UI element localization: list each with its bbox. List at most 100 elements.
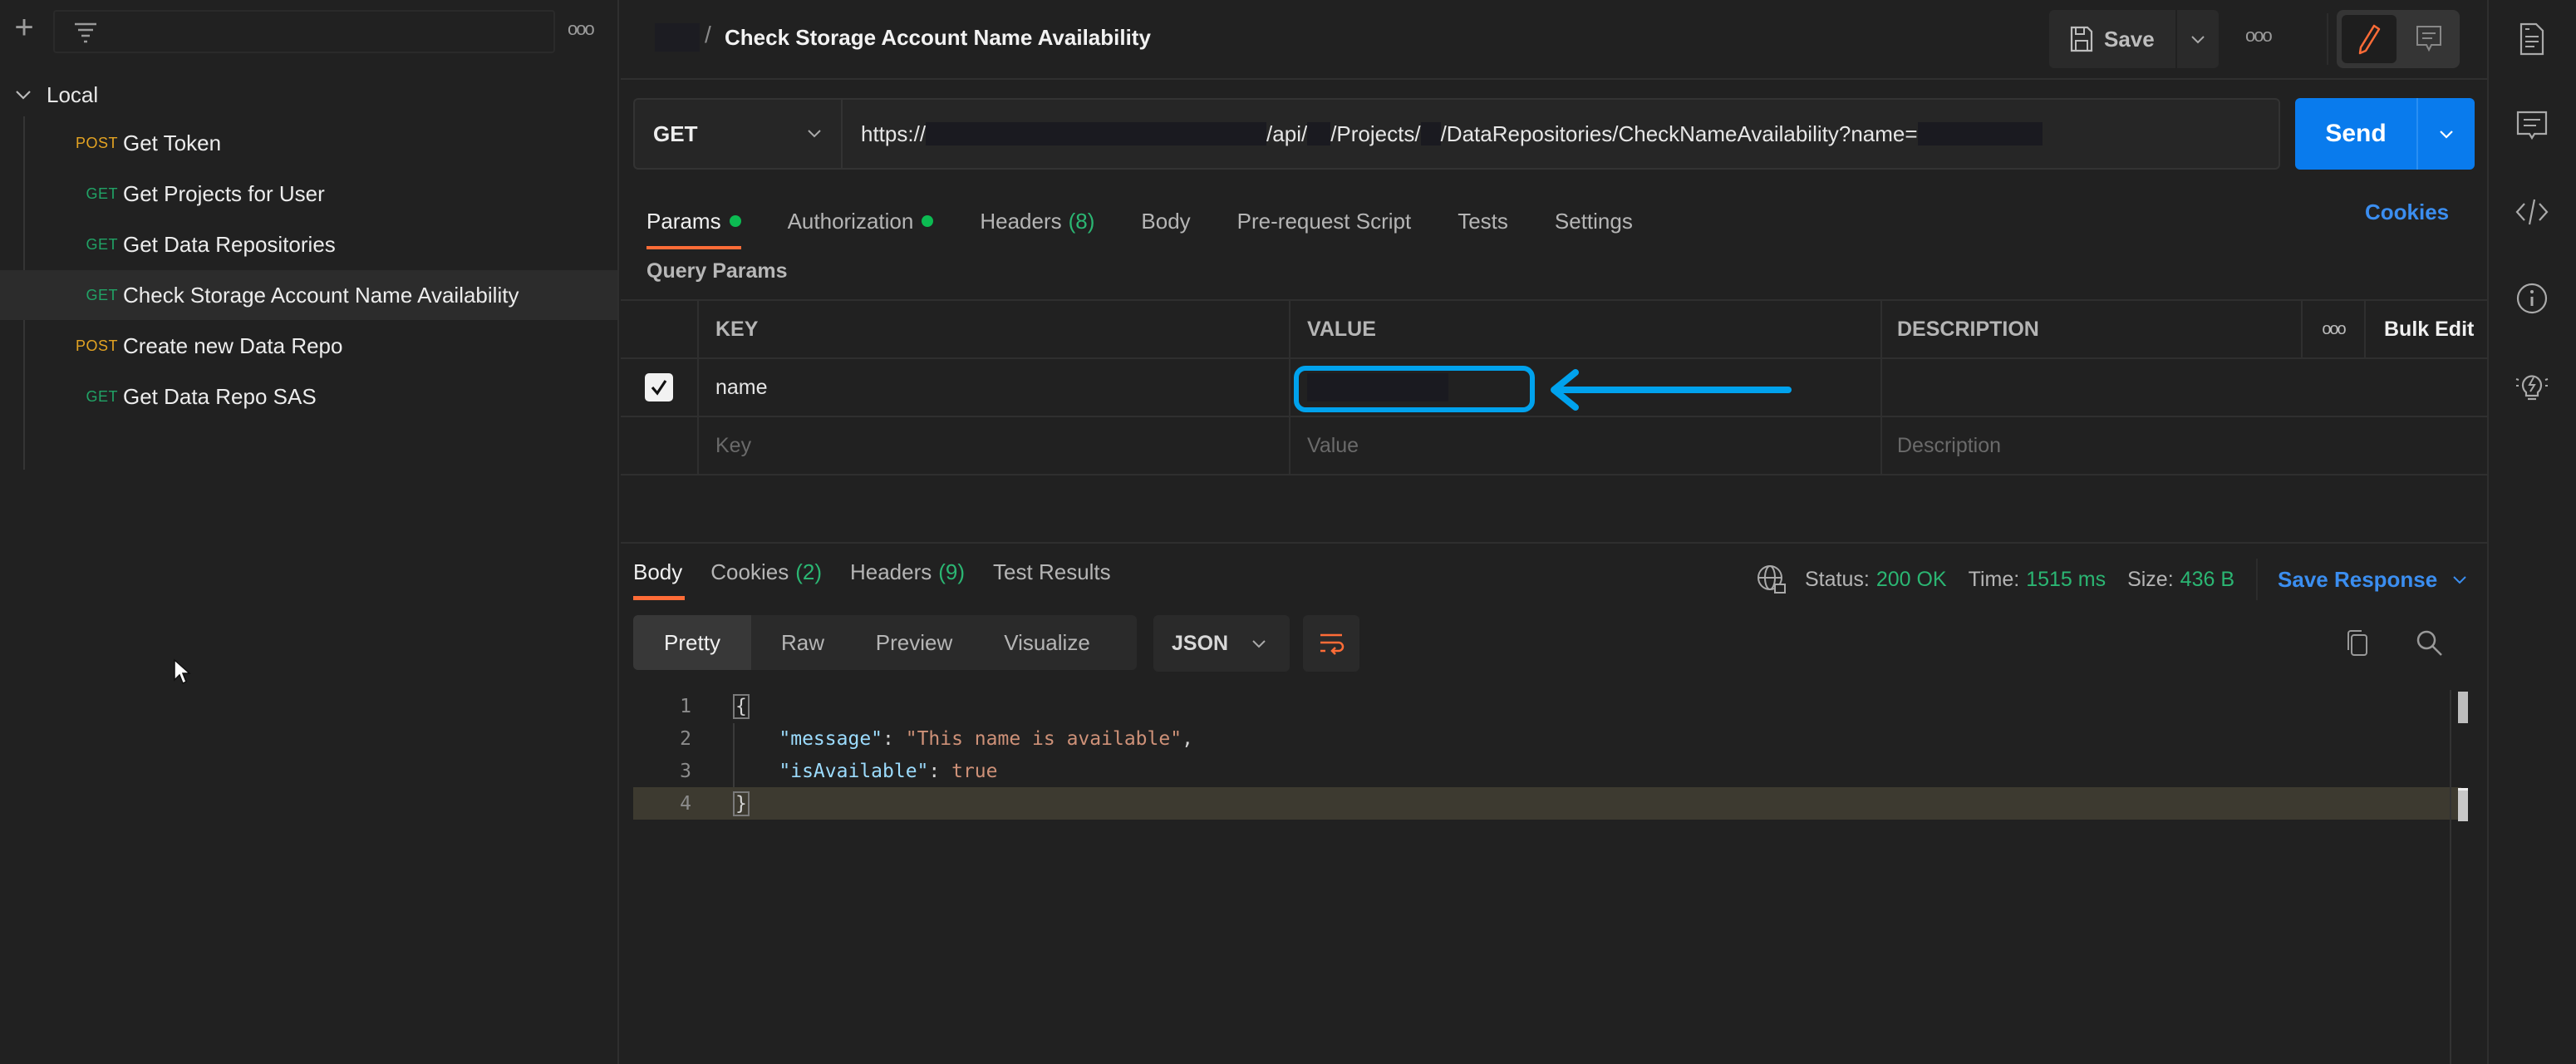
lightbulb-icon[interactable]: [2515, 369, 2549, 404]
edit-mode-button[interactable]: [2342, 15, 2397, 63]
new-description-input[interactable]: Description: [1880, 417, 2487, 474]
new-plus-icon[interactable]: +: [10, 11, 38, 44]
request-name: Create new Data Repo: [123, 332, 343, 358]
more-actions-icon[interactable]: ooo: [2245, 25, 2273, 47]
param-enabled-checkbox[interactable]: [621, 359, 697, 416]
code-icon[interactable]: [2515, 195, 2549, 229]
tab-pre-request-script[interactable]: Pre-request Script: [1237, 198, 1412, 244]
new-value-input[interactable]: Value: [1289, 417, 1880, 474]
response-body-editor[interactable]: 1{2 "message": "This name is available",…: [633, 690, 2461, 820]
save-dropdown-button[interactable]: [2177, 10, 2219, 68]
line-number: 4: [680, 792, 691, 815]
url-scheme: https://: [861, 121, 927, 146]
chevron-down-icon: [2191, 36, 2205, 44]
filter-input[interactable]: [53, 10, 555, 53]
request-title[interactable]: Check Storage Account Name Availability: [725, 25, 1151, 51]
documentation-icon[interactable]: [2515, 22, 2549, 57]
column-options-icon[interactable]: ooo: [2301, 301, 2364, 357]
comment-mode-button[interactable]: [2403, 15, 2455, 63]
pencil-icon: [2358, 24, 2381, 55]
wrap-lines-button[interactable]: [1303, 615, 1359, 672]
checkbox[interactable]: [645, 373, 673, 401]
new-key-input[interactable]: Key: [697, 417, 1289, 474]
format-value: JSON: [1172, 631, 1229, 655]
tab-authorization[interactable]: Authorization: [788, 198, 934, 244]
tab-body[interactable]: Body: [1141, 198, 1190, 244]
code-text: "message": "This name is available",: [779, 727, 1193, 750]
save-button[interactable]: Save: [2049, 10, 2175, 68]
collection-local[interactable]: Local: [12, 78, 98, 111]
json-brace: }: [733, 791, 750, 816]
line-number: 2: [680, 727, 691, 750]
collection-name: Local: [47, 81, 99, 107]
param-description-input[interactable]: [1880, 359, 2487, 416]
sidebar-request-item[interactable]: POST Get Token: [0, 118, 617, 168]
method-badge: GET: [86, 387, 118, 405]
response-tab-cookies[interactable]: Cookies (2): [710, 555, 822, 589]
copy-icon[interactable]: [2342, 627, 2375, 660]
info-icon[interactable]: [2515, 281, 2549, 316]
response-tab-headers[interactable]: Headers (9): [850, 555, 965, 589]
code-text: "isAvailable": true: [779, 760, 998, 782]
sidebar-request-item[interactable]: GET Get Projects for User: [0, 169, 617, 219]
format-select[interactable]: JSON: [1153, 615, 1290, 672]
cookies-link[interactable]: Cookies: [2365, 200, 2449, 225]
tab-tests[interactable]: Tests: [1458, 198, 1508, 244]
tab-headers[interactable]: Headers (8): [980, 198, 1094, 244]
sidebar-request-item[interactable]: GET Check Storage Account Name Availabili…: [0, 270, 617, 320]
checkmark-icon: [651, 380, 667, 396]
globe-lock-icon: [1757, 565, 1786, 594]
code-line: 4}: [633, 787, 2461, 820]
save-response-label: Save Response: [2278, 566, 2438, 592]
view-preview-button[interactable]: Preview: [854, 615, 974, 670]
send-button[interactable]: Send: [2295, 98, 2475, 170]
code-text: }: [733, 791, 750, 816]
method-badge: POST: [75, 134, 118, 151]
divider: [2327, 13, 2328, 65]
sidebar-request-item[interactable]: GET Get Data Repositories: [0, 219, 617, 269]
tab-settings[interactable]: Settings: [1555, 198, 1633, 244]
json-brace: {: [733, 693, 750, 719]
view-raw-button[interactable]: Raw: [751, 615, 854, 670]
code-line: 2 "message": "This name is available",: [633, 722, 2461, 755]
mouse-cursor-icon: [174, 658, 191, 685]
response-tab-test-results[interactable]: Test Results: [993, 555, 1111, 589]
url-project-id-redacted: [1420, 122, 1441, 145]
sidebar-more-icon[interactable]: ooo: [568, 18, 595, 40]
annotation-arrow-icon: [1551, 369, 1792, 411]
request-name: Get Token: [123, 130, 222, 155]
response-tab-body[interactable]: Body: [633, 555, 686, 600]
url-input[interactable]: https:// /api/ /Projects/ /DataRepositor…: [841, 98, 2280, 170]
method-select[interactable]: GET: [633, 98, 841, 170]
param-key-input[interactable]: name: [697, 359, 1289, 416]
wrap-icon: [1320, 633, 1345, 655]
code-line: 3 "isAvailable": true: [633, 755, 2461, 787]
search-icon[interactable]: [2413, 627, 2446, 660]
tab-params[interactable]: Params: [646, 198, 741, 249]
status-dot-icon: [922, 215, 934, 227]
url-host-redacted: [926, 122, 1267, 145]
header-description: DESCRIPTION: [1880, 301, 2301, 357]
response-divider[interactable]: [621, 542, 2487, 544]
method-badge: GET: [86, 185, 118, 202]
scrollbar-thumb[interactable]: [2458, 692, 2468, 723]
tab-label: Tests: [1458, 208, 1508, 234]
save-label: Save: [2104, 26, 2155, 52]
chevron-down-icon: [16, 91, 31, 100]
url-version-redacted: [1307, 122, 1331, 145]
view-pretty-button[interactable]: Pretty: [633, 615, 751, 670]
sidebar-request-item[interactable]: GET Get Data Repo SAS: [0, 372, 617, 421]
size-label: Size:: [2127, 567, 2174, 591]
tab-label: Pre-request Script: [1236, 208, 1412, 234]
view-visualize-button[interactable]: Visualize: [974, 615, 1120, 670]
sidebar-request-item[interactable]: POST Create new Data Repo: [0, 321, 617, 371]
bulk-edit-button[interactable]: Bulk Edit: [2364, 301, 2487, 357]
comments-icon[interactable]: [2515, 108, 2549, 143]
tab-count: (9): [938, 559, 966, 584]
send-dropdown-button[interactable]: [2418, 124, 2475, 144]
json-value: "This name is available": [905, 727, 1182, 750]
json-punct: ,: [1182, 727, 1193, 750]
query-params-title: Query Params: [646, 259, 788, 283]
chevron-down-icon: [2453, 576, 2466, 584]
save-response-button[interactable]: Save Response: [2278, 567, 2469, 593]
